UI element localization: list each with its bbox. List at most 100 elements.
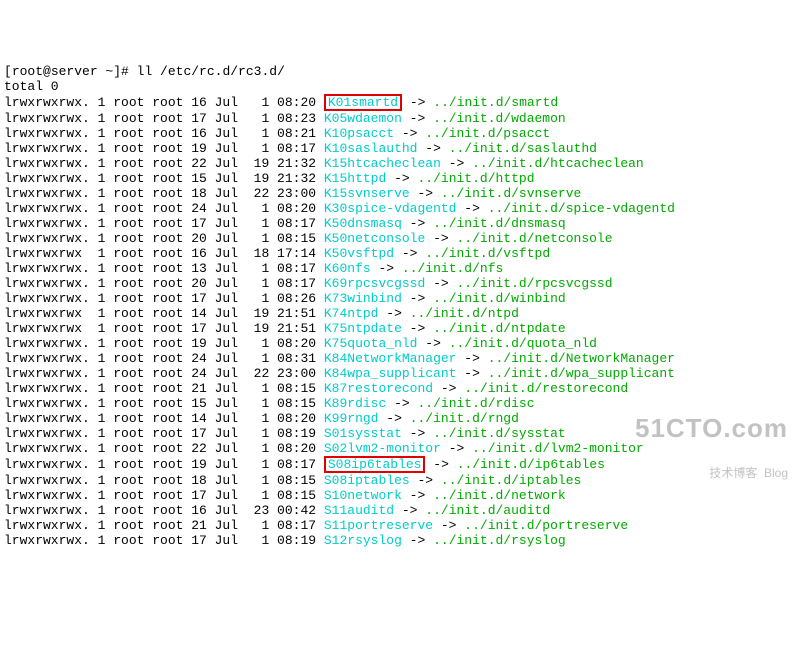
- arrow: ->: [425, 457, 456, 472]
- symlink-name: K15httpd: [324, 171, 386, 186]
- listing-row: lrwxrwxrwx. 1 root root 17 Jul 1 08:15 S…: [4, 488, 792, 503]
- symlink-target: ../init.d/rngd: [410, 411, 519, 426]
- arrow: ->: [402, 111, 433, 126]
- file-meta: lrwxrwxrwx. 1 root root 17 Jul 1 08:15: [4, 488, 324, 503]
- symlink-name: S02lvm2-monitor: [324, 441, 441, 456]
- symlink-name: K50vsftpd: [324, 246, 394, 261]
- symlink-target: ../init.d/nfs: [402, 261, 503, 276]
- listing-row: lrwxrwxrwx 1 root root 14 Jul 19 21:51 K…: [4, 306, 792, 321]
- listing-row: lrwxrwxrwx 1 root root 16 Jul 18 17:14 K…: [4, 246, 792, 261]
- symlink-target: ../init.d/psacct: [425, 126, 550, 141]
- listing-row: lrwxrwxrwx. 1 root root 24 Jul 22 23:00 …: [4, 366, 792, 381]
- symlink-target: ../init.d/rdisc: [418, 396, 535, 411]
- symlink-name: S10network: [324, 488, 402, 503]
- symlink-name: K15svnserve: [324, 186, 410, 201]
- listing-row: lrwxrwxrwx. 1 root root 13 Jul 1 08:17 K…: [4, 261, 792, 276]
- symlink-name: K89rdisc: [324, 396, 386, 411]
- listing-row: lrwxrwxrwx. 1 root root 20 Jul 1 08:17 K…: [4, 276, 792, 291]
- listing-row: lrwxrwxrwx. 1 root root 17 Jul 1 08:19 S…: [4, 426, 792, 441]
- arrow: ->: [386, 171, 417, 186]
- arrow: ->: [402, 95, 433, 110]
- file-meta: lrwxrwxrwx. 1 root root 21 Jul 1 08:15: [4, 381, 324, 396]
- arrow: ->: [456, 201, 487, 216]
- arrow: ->: [402, 533, 433, 548]
- symlink-name: K15htcacheclean: [324, 156, 441, 171]
- symlink-target: ../init.d/httpd: [418, 171, 535, 186]
- symlink-target: ../init.d/ntpd: [410, 306, 519, 321]
- file-meta: lrwxrwxrwx 1 root root 17 Jul 19 21:51: [4, 321, 324, 336]
- symlink-target: ../init.d/rpcsvcgssd: [457, 276, 613, 291]
- file-meta: lrwxrwxrwx. 1 root root 13 Jul 1 08:17: [4, 261, 324, 276]
- listing-row: lrwxrwxrwx. 1 root root 24 Jul 1 08:20 K…: [4, 201, 792, 216]
- symlink-name: K01smartd: [324, 94, 402, 111]
- file-meta: lrwxrwxrwx. 1 root root 24 Jul 1 08:20: [4, 201, 324, 216]
- file-meta: lrwxrwxrwx. 1 root root 20 Jul 1 08:17: [4, 276, 324, 291]
- arrow: ->: [425, 276, 456, 291]
- symlink-name: K05wdaemon: [324, 111, 402, 126]
- listing-row: lrwxrwxrwx. 1 root root 16 Jul 1 08:21 K…: [4, 126, 792, 141]
- symlink-target: ../init.d/network: [433, 488, 566, 503]
- file-meta: lrwxrwxrwx. 1 root root 19 Jul 1 08:17: [4, 141, 324, 156]
- prompt-userhost: root@server ~: [12, 64, 113, 79]
- arrow: ->: [441, 156, 472, 171]
- listing-row: lrwxrwxrwx. 1 root root 15 Jul 1 08:15 K…: [4, 396, 792, 411]
- file-meta: lrwxrwxrwx. 1 root root 18 Jul 22 23:00: [4, 186, 324, 201]
- arrow: ->: [378, 306, 409, 321]
- file-meta: lrwxrwxrwx. 1 root root 17 Jul 1 08:19: [4, 426, 324, 441]
- listing-row: lrwxrwxrwx. 1 root root 19 Jul 1 08:20 K…: [4, 336, 792, 351]
- total-line: total 0: [4, 79, 792, 94]
- symlink-name: S08ip6tables: [324, 456, 426, 473]
- symlink-name: K99rngd: [324, 411, 379, 426]
- listing-row: lrwxrwxrwx. 1 root root 17 Jul 1 08:26 K…: [4, 291, 792, 306]
- symlink-name: K84wpa_supplicant: [324, 366, 457, 381]
- symlink-target: ../init.d/NetworkManager: [488, 351, 675, 366]
- file-meta: lrwxrwxrwx. 1 root root 21 Jul 1 08:17: [4, 518, 324, 533]
- symlink-name: K10psacct: [324, 126, 394, 141]
- symlink-target: ../init.d/ntpdate: [433, 321, 566, 336]
- arrow: ->: [433, 381, 464, 396]
- symlink-name: S12rsyslog: [324, 533, 402, 548]
- listing-row: lrwxrwxrwx. 1 root root 16 Jul 23 00:42 …: [4, 503, 792, 518]
- listing-row: lrwxrwxrwx. 1 root root 15 Jul 19 21:32 …: [4, 171, 792, 186]
- arrow: ->: [394, 126, 425, 141]
- arrow: ->: [456, 351, 487, 366]
- symlink-target: ../init.d/dnsmasq: [433, 216, 566, 231]
- arrow: ->: [456, 366, 487, 381]
- symlink-name: K74ntpd: [324, 306, 379, 321]
- symlink-target: ../init.d/vsftpd: [425, 246, 550, 261]
- arrow: ->: [410, 186, 441, 201]
- symlink-target: ../init.d/rsyslog: [433, 533, 566, 548]
- file-meta: lrwxrwxrwx. 1 root root 16 Jul 1 08:21: [4, 126, 324, 141]
- symlink-target: ../init.d/sysstat: [433, 426, 566, 441]
- arrow: ->: [402, 426, 433, 441]
- listing-row: lrwxrwxrwx. 1 root root 19 Jul 1 08:17 K…: [4, 141, 792, 156]
- listing-row: lrwxrwxrwx. 1 root root 17 Jul 1 08:17 K…: [4, 216, 792, 231]
- listing-row: lrwxrwxrwx. 1 root root 18 Jul 22 23:00 …: [4, 186, 792, 201]
- arrow: ->: [433, 518, 464, 533]
- file-meta: lrwxrwxrwx. 1 root root 15 Jul 1 08:15: [4, 396, 324, 411]
- file-meta: lrwxrwxrwx. 1 root root 17 Jul 1 08:17: [4, 216, 324, 231]
- symlink-target: ../init.d/iptables: [441, 473, 581, 488]
- file-meta: lrwxrwxrwx. 1 root root 17 Jul 1 08:23: [4, 111, 324, 126]
- symlink-target: ../init.d/restorecond: [464, 381, 628, 396]
- file-meta: lrwxrwxrwx. 1 root root 22 Jul 1 08:20: [4, 441, 324, 456]
- arrow: ->: [402, 291, 433, 306]
- symlink-target: ../init.d/wpa_supplicant: [488, 366, 675, 381]
- listing-row: lrwxrwxrwx. 1 root root 17 Jul 1 08:19 S…: [4, 533, 792, 548]
- file-meta: lrwxrwxrwx. 1 root root 17 Jul 1 08:26: [4, 291, 324, 306]
- file-meta: lrwxrwxrwx. 1 root root 17 Jul 1 08:19: [4, 533, 324, 548]
- arrow: ->: [410, 473, 441, 488]
- symlink-name: K50dnsmasq: [324, 216, 402, 231]
- symlink-target: ../init.d/quota_nld: [449, 336, 597, 351]
- symlink-target: ../init.d/portreserve: [464, 518, 628, 533]
- symlink-name: K84NetworkManager: [324, 351, 457, 366]
- listing-row: lrwxrwxrwx. 1 root root 20 Jul 1 08:15 K…: [4, 231, 792, 246]
- symlink-target: ../init.d/wdaemon: [433, 111, 566, 126]
- file-meta: lrwxrwxrwx. 1 root root 14 Jul 1 08:20: [4, 411, 324, 426]
- arrow: ->: [441, 441, 472, 456]
- prompt-line: [root@server ~]# ll /etc/rc.d/rc3.d/: [4, 64, 792, 79]
- symlink-name: S01sysstat: [324, 426, 402, 441]
- file-meta: lrwxrwxrwx. 1 root root 22 Jul 19 21:32: [4, 156, 324, 171]
- symlink-name: K75quota_nld: [324, 336, 418, 351]
- symlink-target: ../init.d/smartd: [433, 95, 558, 110]
